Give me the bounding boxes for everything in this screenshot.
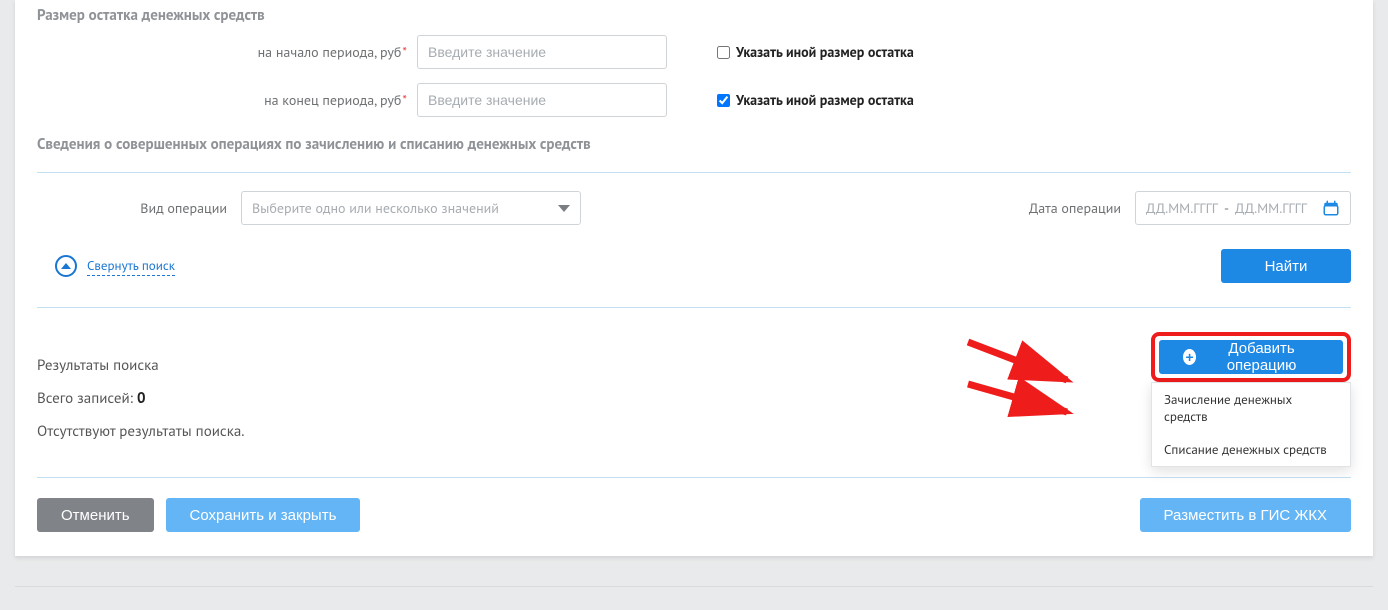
collapse-search-label: Свернуть поиск (87, 257, 175, 276)
divider (37, 172, 1351, 173)
operations-heading: Сведения о совершенных операциях по зачи… (37, 131, 1351, 164)
operation-type-select[interactable]: Выберите одно или несколько значений (241, 191, 581, 225)
operation-date-range[interactable]: ДД.ММ.ГГГГ - ДД.ММ.ГГГГ (1135, 191, 1351, 225)
operation-type-label: Вид операции (37, 199, 227, 217)
operation-date-label: Дата операции (1029, 199, 1121, 217)
publish-button[interactable]: Разместить в ГИС ЖКХ (1140, 498, 1351, 532)
date-to-placeholder: ДД.ММ.ГГГГ (1235, 199, 1307, 217)
cancel-button[interactable]: Отменить (37, 498, 154, 532)
period-end-input[interactable] (417, 83, 667, 117)
other-balance-start-label: Указать иной размер остатка (736, 43, 914, 61)
calendar-icon[interactable] (1322, 199, 1340, 217)
chevron-down-icon (558, 205, 570, 212)
plus-circle-icon: + (1183, 349, 1196, 365)
required-mark: * (402, 43, 407, 60)
add-operation-button[interactable]: + Добавить операцию (1159, 340, 1343, 374)
other-balance-start-checkbox[interactable] (717, 46, 730, 59)
other-balance-start-wrap[interactable]: Указать иной размер остатка (717, 43, 914, 61)
other-balance-end-wrap[interactable]: Указать иной размер остатка (717, 91, 914, 109)
results-total-count: 0 (137, 389, 146, 408)
other-balance-end-checkbox[interactable] (717, 94, 730, 107)
save-close-button[interactable]: Сохранить и закрыть (166, 498, 361, 532)
required-mark: * (402, 91, 407, 108)
add-operation-menu: Зачисление денежных средств Списание ден… (1151, 382, 1351, 467)
period-start-label: на начало периода, руб* (37, 43, 407, 61)
operation-type-placeholder: Выберите одно или несколько значений (252, 199, 499, 217)
divider (37, 307, 1351, 308)
chevron-up-circle-icon (55, 255, 77, 277)
date-from-placeholder: ДД.ММ.ГГГГ (1146, 199, 1218, 217)
annotation-highlight: + Добавить операцию (1151, 332, 1351, 382)
period-end-label: на конец периода, руб* (37, 91, 407, 109)
menu-item-credit[interactable]: Зачисление денежных средств (1152, 383, 1350, 433)
period-start-input[interactable] (417, 35, 667, 69)
collapse-search-link[interactable]: Свернуть поиск (55, 255, 175, 277)
menu-item-debit[interactable]: Списание денежных средств (1152, 433, 1350, 466)
other-balance-end-label: Указать иной размер остатка (736, 91, 914, 109)
balance-heading: Размер остатка денежных средств (37, 0, 1351, 35)
add-operation-label: Добавить операцию (1204, 340, 1319, 374)
page-divider (15, 586, 1373, 587)
date-range-separator: - (1224, 199, 1229, 217)
find-button[interactable]: Найти (1221, 249, 1351, 283)
